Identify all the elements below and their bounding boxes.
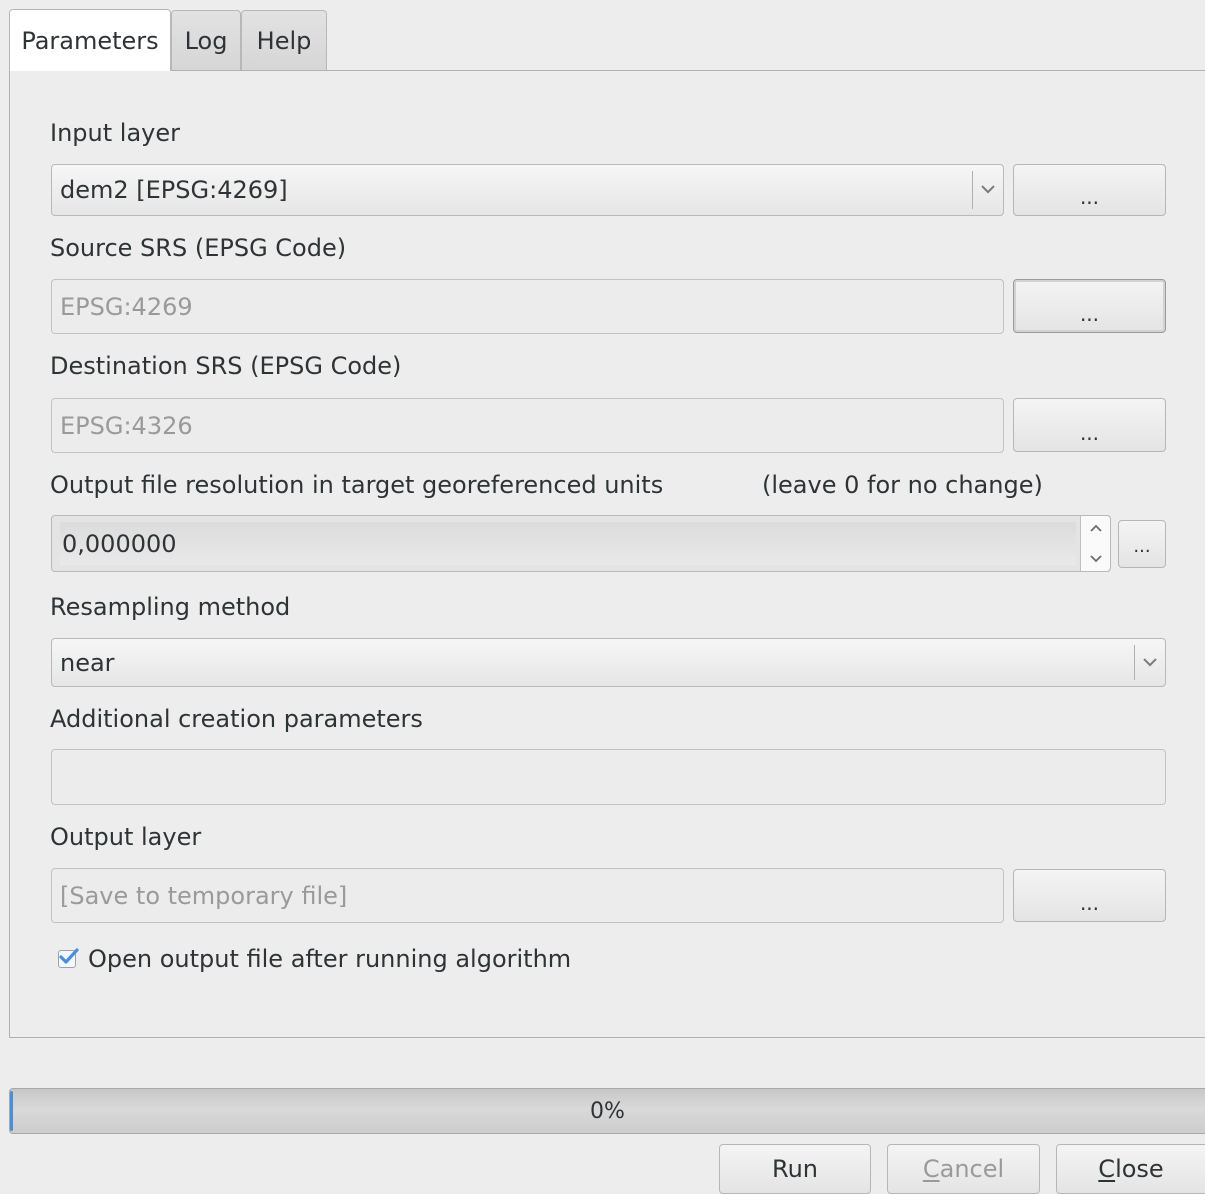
resolution-value: 0,000000 bbox=[62, 529, 177, 558]
run-button[interactable]: Run bbox=[719, 1144, 871, 1194]
progress-text: 0% bbox=[590, 1098, 625, 1124]
source-srs-select-label: ... bbox=[1079, 302, 1100, 326]
destination-srs-select-label: ... bbox=[1079, 421, 1100, 445]
input-layer-browse-button[interactable]: ... bbox=[1013, 164, 1166, 216]
cancel-button-label: Cancel bbox=[923, 1155, 1004, 1183]
destination-srs-label: Destination SRS (EPSG Code) bbox=[50, 352, 402, 380]
chevron-down-icon bbox=[981, 185, 995, 194]
destination-srs-value: EPSG:4326 bbox=[60, 411, 193, 440]
open-output-label: Open output file after running algorithm bbox=[88, 945, 572, 973]
combo-separator bbox=[972, 171, 973, 209]
checkmark-icon bbox=[59, 948, 79, 964]
resolution-extra-label: ... bbox=[1133, 536, 1151, 557]
chevron-up-icon[interactable] bbox=[1089, 522, 1103, 534]
close-button-label: Close bbox=[1098, 1155, 1163, 1183]
close-rest: lose bbox=[1115, 1155, 1164, 1183]
resolution-hint: (leave 0 for no change) bbox=[762, 471, 1043, 499]
combo-separator bbox=[1134, 645, 1135, 680]
input-layer-browse-label: ... bbox=[1079, 185, 1100, 209]
cancel-rest: ancel bbox=[939, 1155, 1005, 1183]
resolution-stepper[interactable] bbox=[1080, 516, 1110, 571]
run-button-label: Run bbox=[771, 1155, 819, 1183]
tab-log-label: Log bbox=[184, 26, 228, 55]
resampling-value: near bbox=[60, 648, 115, 677]
source-srs-label: Source SRS (EPSG Code) bbox=[50, 234, 347, 262]
source-srs-value: EPSG:4269 bbox=[60, 292, 193, 321]
resolution-spinbox-fill bbox=[60, 522, 1076, 565]
resampling-combo[interactable]: near bbox=[51, 638, 1166, 687]
close-mnemonic: C bbox=[1098, 1155, 1116, 1183]
tab-help-label: Help bbox=[256, 26, 312, 55]
destination-srs-select-button[interactable]: ... bbox=[1013, 398, 1166, 452]
resolution-spinbox[interactable]: 0,000000 bbox=[51, 515, 1111, 572]
open-output-checkbox-row[interactable]: Open output file after running algorithm bbox=[58, 945, 571, 973]
tab-parameters-label: Parameters bbox=[21, 26, 159, 55]
chevron-down-icon[interactable] bbox=[1089, 553, 1103, 565]
tab-log[interactable]: Log bbox=[171, 10, 241, 70]
progress-fill bbox=[10, 1091, 13, 1131]
destination-srs-field[interactable]: EPSG:4326 bbox=[51, 398, 1004, 453]
input-layer-value: dem2 [EPSG:4269] bbox=[60, 176, 288, 204]
resolution-label: Output file resolution in target georefe… bbox=[50, 471, 664, 499]
resolution-extra-button[interactable]: ... bbox=[1118, 520, 1166, 568]
source-srs-field[interactable]: EPSG:4269 bbox=[51, 279, 1004, 334]
input-layer-label: Input layer bbox=[50, 119, 180, 147]
input-layer-combo[interactable]: dem2 [EPSG:4269] bbox=[51, 164, 1004, 216]
creation-params-field[interactable] bbox=[51, 749, 1166, 805]
chevron-down-icon bbox=[1143, 657, 1157, 667]
tab-parameters[interactable]: Parameters bbox=[9, 9, 171, 71]
creation-params-label: Additional creation parameters bbox=[50, 705, 423, 733]
open-output-checkbox[interactable] bbox=[58, 948, 79, 968]
output-layer-field[interactable]: [Save to temporary file] bbox=[51, 868, 1004, 923]
cancel-button[interactable]: Cancel bbox=[887, 1144, 1040, 1194]
close-button[interactable]: Close bbox=[1056, 1144, 1205, 1194]
output-layer-browse-button[interactable]: ... bbox=[1013, 869, 1166, 922]
cancel-mnemonic: C bbox=[922, 1155, 940, 1183]
resampling-label: Resampling method bbox=[50, 593, 291, 621]
output-layer-browse-label: ... bbox=[1079, 891, 1100, 915]
tab-help[interactable]: Help bbox=[241, 10, 327, 70]
progress-bar: 0% bbox=[9, 1088, 1205, 1134]
source-srs-select-button[interactable]: ... bbox=[1013, 279, 1166, 333]
output-layer-label: Output layer bbox=[50, 823, 202, 851]
output-layer-placeholder: [Save to temporary file] bbox=[60, 881, 348, 910]
